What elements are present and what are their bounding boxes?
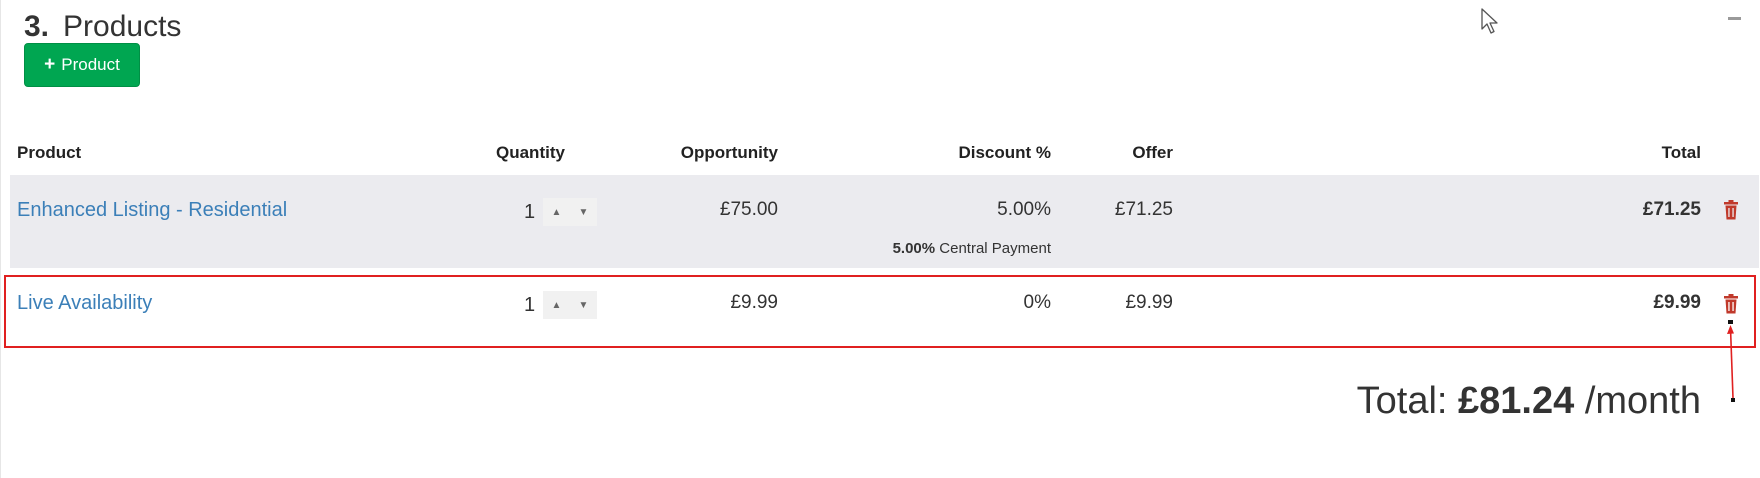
add-product-label: Product — [61, 55, 120, 74]
collapse-icon[interactable] — [1728, 17, 1741, 20]
discount-note-value: 5.00% — [892, 240, 936, 257]
decrement-arrow-icon[interactable]: ▼ — [570, 198, 597, 226]
plus-icon: + — [44, 54, 56, 75]
header-discount: Discount % — [958, 143, 1051, 162]
panel-border — [0, 0, 1, 478]
add-product-button[interactable]: + Product — [24, 43, 140, 87]
products-section: 3. Products + Product Product Quantity O… — [0, 0, 1760, 478]
grand-total-prefix: Total: — [1356, 380, 1459, 422]
quantity-value[interactable]: 1 — [524, 201, 535, 224]
header-opportunity: Opportunity — [680, 143, 778, 162]
row-total: £71.25 — [1642, 199, 1701, 220]
offer-value: £71.25 — [1114, 199, 1173, 220]
annotation-arrow-icon — [1727, 320, 1735, 402]
header-quantity: Quantity — [496, 143, 565, 162]
header-product: Product — [17, 143, 82, 162]
opportunity-value: £75.00 — [719, 199, 778, 220]
increment-arrow-icon[interactable]: ▲ — [543, 198, 570, 226]
section-title: 3. Products — [24, 10, 181, 44]
discount-note-label: Central Payment — [939, 240, 1051, 257]
section-title-text: Products — [63, 10, 182, 43]
header-total: Total — [1661, 143, 1701, 162]
header-offer: Offer — [1132, 143, 1173, 162]
section-number: 3. — [24, 10, 50, 43]
grand-total: Total: £81.24 /month — [1357, 380, 1701, 423]
mouse-cursor-icon — [1481, 8, 1498, 34]
grand-total-suffix: /month — [1574, 380, 1701, 422]
quantity-stepper[interactable]: ▲ ▼ — [543, 198, 597, 226]
discount-note: 5.00% Central Payment — [893, 240, 1051, 257]
product-link[interactable]: Enhanced Listing - Residential — [17, 199, 287, 222]
grand-total-amount: £81.24 — [1458, 380, 1575, 422]
discount-value: 5.00% — [997, 199, 1051, 220]
highlight-annotation-box — [4, 275, 1756, 348]
trash-icon[interactable] — [1723, 200, 1739, 220]
